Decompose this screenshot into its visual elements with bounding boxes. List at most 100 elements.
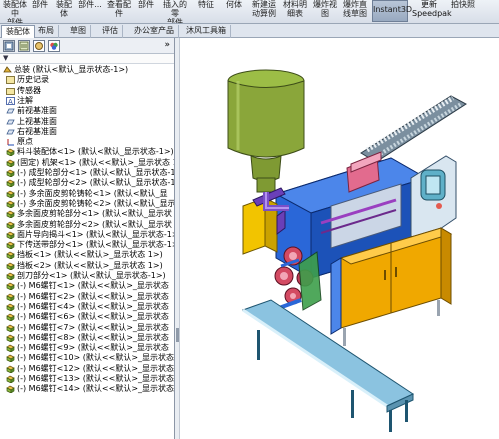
tree-item[interactable]: 右视基准面: [0, 126, 174, 137]
machine-model[interactable]: [181, 38, 499, 439]
tab-mufeng-toolbox[interactable]: 沐风工具箱: [182, 25, 231, 38]
tree-item[interactable]: 上视基准面: [0, 117, 174, 127]
ribbon-button-instant3d[interactable]: Instant3D: [372, 0, 412, 22]
part-icon: [6, 190, 15, 199]
ribbon-button-feature[interactable]: 特征: [196, 0, 216, 22]
tree-item[interactable]: 剖刀部分<1> (默认<默认_显示状态-1>): [0, 271, 174, 281]
tree-item[interactable]: (-) M6螺钉<10> (默认<<默认>_显示状态: [0, 353, 174, 364]
ribbon-button-exploded-view[interactable]: 爆炸视图: [312, 0, 338, 22]
tree-item-label: 挡板<2> (默认<<默认>_显示状态 1>): [17, 260, 163, 270]
ribbon-button-geometry[interactable]: 何体: [224, 0, 244, 22]
part-icon: [6, 334, 15, 343]
tab-sketch[interactable]: 草图: [66, 25, 91, 38]
tree-item[interactable]: 料斗装配体<1> (默认<默认_显示状态-1>): [0, 147, 174, 158]
part-icon: [6, 241, 15, 250]
tree-item-label: (-) M6螺钉<6> (默认<<默认>_显示状态: [17, 312, 169, 322]
property-manager-tab-icon[interactable]: [18, 40, 30, 52]
pane-collapse-button[interactable]: »: [164, 40, 170, 50]
tree-item[interactable]: (-) M6螺钉<6> (默认<<默认>_显示状态: [0, 312, 174, 322]
tab-layout[interactable]: 布局: [34, 25, 59, 38]
tree-item-label: (-) M6螺钉<8> (默认<<默认>_显示状态: [17, 332, 169, 342]
hopper-assembly[interactable]: [227, 69, 305, 193]
tree-item[interactable]: (-) M6螺钉<13> (默认<<默认>_显示状态: [0, 374, 174, 384]
part-icon: [6, 179, 15, 188]
tree-item-label: 前视基准面: [17, 106, 57, 116]
pane-splitter[interactable]: [175, 38, 180, 439]
tree-item[interactable]: 下传送带部分<1> (默认<默认_显示状态-1>): [0, 240, 174, 250]
part-icon: [6, 344, 15, 353]
ribbon-button-explode-line-sketch[interactable]: 爆炸直 线草图: [341, 0, 369, 22]
control-panel[interactable]: [410, 155, 457, 243]
tree-item[interactable]: (-) 成型轮部分<1> (默认<默认_显示状态-1>): [0, 168, 174, 178]
lower-conveyor[interactable]: [241, 299, 415, 432]
ribbon-button-update-speedpak[interactable]: 更新 Speedpak: [412, 0, 452, 22]
tree-item[interactable]: (固定) 机架<1> (默认<<默认>_显示状态 1>): [0, 157, 175, 168]
ribbon-button-inserted-component[interactable]: 插入的零 部件: [160, 0, 190, 23]
tree-item[interactable]: (-) M6螺钉<7> (默认<<默认>_显示状态: [0, 323, 174, 333]
tree-item-label: 历史记录: [17, 75, 49, 85]
tree-item[interactable]: (-) 成型轮部分<2> (默认<默认_显示状态-1>): [0, 178, 175, 188]
tree-item[interactable]: 总装 (默认<默认_显示状态-1>): [0, 65, 174, 75]
ribbon-button-part[interactable]: 部件: [30, 0, 50, 22]
tree-item[interactable]: 历史记录: [0, 75, 174, 85]
tree-item[interactable]: (-) M6螺钉<1> (默认<<默认>_显示状态: [0, 281, 174, 291]
tab-assembly[interactable]: 装配体: [1, 25, 35, 38]
tree-item-label: 注解: [17, 95, 33, 105]
tree-item[interactable]: (-) M6螺钉<4> (默认<<默认>_显示状态: [0, 302, 174, 312]
tree-item[interactable]: 原点: [0, 137, 174, 147]
tree-item-label: (-) 多余面皮剪轮铸轮<2> (默认<默认_显示: [17, 198, 175, 208]
tree-item-label: (固定) 机架<1> (默认<<默认>_显示状态 1>): [17, 157, 175, 167]
tree-item-label: 挡板<1> (默认<<默认>_显示状态 1>): [17, 250, 163, 260]
plane-icon: [6, 118, 15, 126]
tree-item[interactable]: 面片导向揭斗<1> (默认<默认_显示状态-1>): [0, 230, 174, 240]
tree-item-label: (-) M6螺钉<14> (默认<<默认>_显示状态: [17, 384, 175, 394]
graphics-viewport[interactable]: [181, 38, 499, 439]
feature-manager-pane: » ▼ 总装 (默认<默认_显示状态-1>) 历史记录 传感器 A 注解 前视基准面 上视基…: [0, 38, 175, 439]
part-icon: [6, 148, 15, 158]
part-icon: [6, 272, 15, 281]
tree-item[interactable]: (-) 多余面皮剪轮铸轮<2> (默认<默认_显示: [0, 198, 175, 209]
tab-evaluate[interactable]: 评估: [98, 25, 123, 38]
tree-item-label: (-) M6螺钉<1> (默认<<默认>_显示状态: [17, 281, 169, 291]
tree-item[interactable]: 挡板<2> (默认<<默认>_显示状态 1>): [0, 260, 174, 271]
tree-item[interactable]: (-) M6螺钉<2> (默认<<默认>_显示状态: [0, 292, 174, 302]
tree-item[interactable]: (-) M6螺钉<12> (默认<<默认>_显示状态: [0, 364, 174, 374]
ribbon-button-view-mates[interactable]: 查看配件: [106, 0, 132, 22]
tree-item-label: (-) M6螺钉<9> (默认<<默认>_显示状态: [17, 343, 169, 353]
tree-item[interactable]: 前视基准面: [0, 106, 174, 116]
ribbon-button-new-motion-study[interactable]: 新建运 动算例: [250, 0, 278, 22]
splitter-grip[interactable]: [176, 328, 179, 342]
tree-filter-bar[interactable]: ▼: [0, 54, 174, 64]
ribbon-button-component[interactable]: 部件: [136, 0, 156, 22]
tree-item[interactable]: (-) M6螺钉<8> (默认<<默认>_显示状态: [0, 332, 174, 343]
tree-item[interactable]: 多余面皮剪轮部分<2> (默认<默认_显示状: [0, 220, 174, 230]
tree-item-label: (-) 成型轮部分<2> (默认<默认_显示状态-1>): [17, 178, 175, 188]
part-icon: [6, 313, 15, 322]
ribbon-button-bom[interactable]: 材料明 细表: [282, 0, 308, 22]
configuration-manager-tab-icon[interactable]: [33, 40, 45, 52]
plane-icon: [6, 128, 15, 136]
part-icon: [6, 221, 15, 230]
ribbon-button-parts-more[interactable]: 部件...: [78, 0, 102, 22]
feature-manager-tab-icon[interactable]: [3, 40, 15, 52]
tree-item[interactable]: A 注解: [0, 95, 174, 106]
filter-dropdown-icon[interactable]: ▼: [3, 54, 8, 62]
annotation-icon: A: [6, 96, 15, 106]
part-icon: [6, 169, 15, 178]
history-icon: [6, 76, 15, 85]
tree-item[interactable]: 多余面皮剪轮部分<1> (默认<默认_显示状: [0, 209, 174, 219]
tree-item-label: 料斗装配体<1> (默认<默认_显示状态-1>): [17, 147, 174, 157]
ribbon-button-assembly-part[interactable]: 装配体中 部件: [2, 0, 28, 23]
tree-item-label: 右视基准面: [17, 126, 57, 136]
ribbon-button-assembly[interactable]: 装配体: [54, 0, 74, 22]
tree-item[interactable]: (-) M6螺钉<14> (默认<<默认>_显示状态: [0, 384, 175, 394]
plane-icon: [6, 107, 15, 115]
tree-item[interactable]: 传感器: [0, 86, 174, 96]
tree-item[interactable]: (-) 多余面皮剪轮铸轮<1> (默认<默认_显: [0, 189, 174, 199]
sensor-icon: [6, 87, 15, 95]
tree-item[interactable]: (-) M6螺钉<9> (默认<<默认>_显示状态: [0, 343, 174, 353]
tab-office-products[interactable]: 办公室产品: [130, 25, 179, 38]
tree-item[interactable]: 挡板<1> (默认<<默认>_显示状态 1>): [0, 250, 174, 261]
display-manager-tab-icon[interactable]: [48, 40, 60, 52]
ribbon-button-take-snapshot[interactable]: 拍快照: [450, 0, 476, 22]
